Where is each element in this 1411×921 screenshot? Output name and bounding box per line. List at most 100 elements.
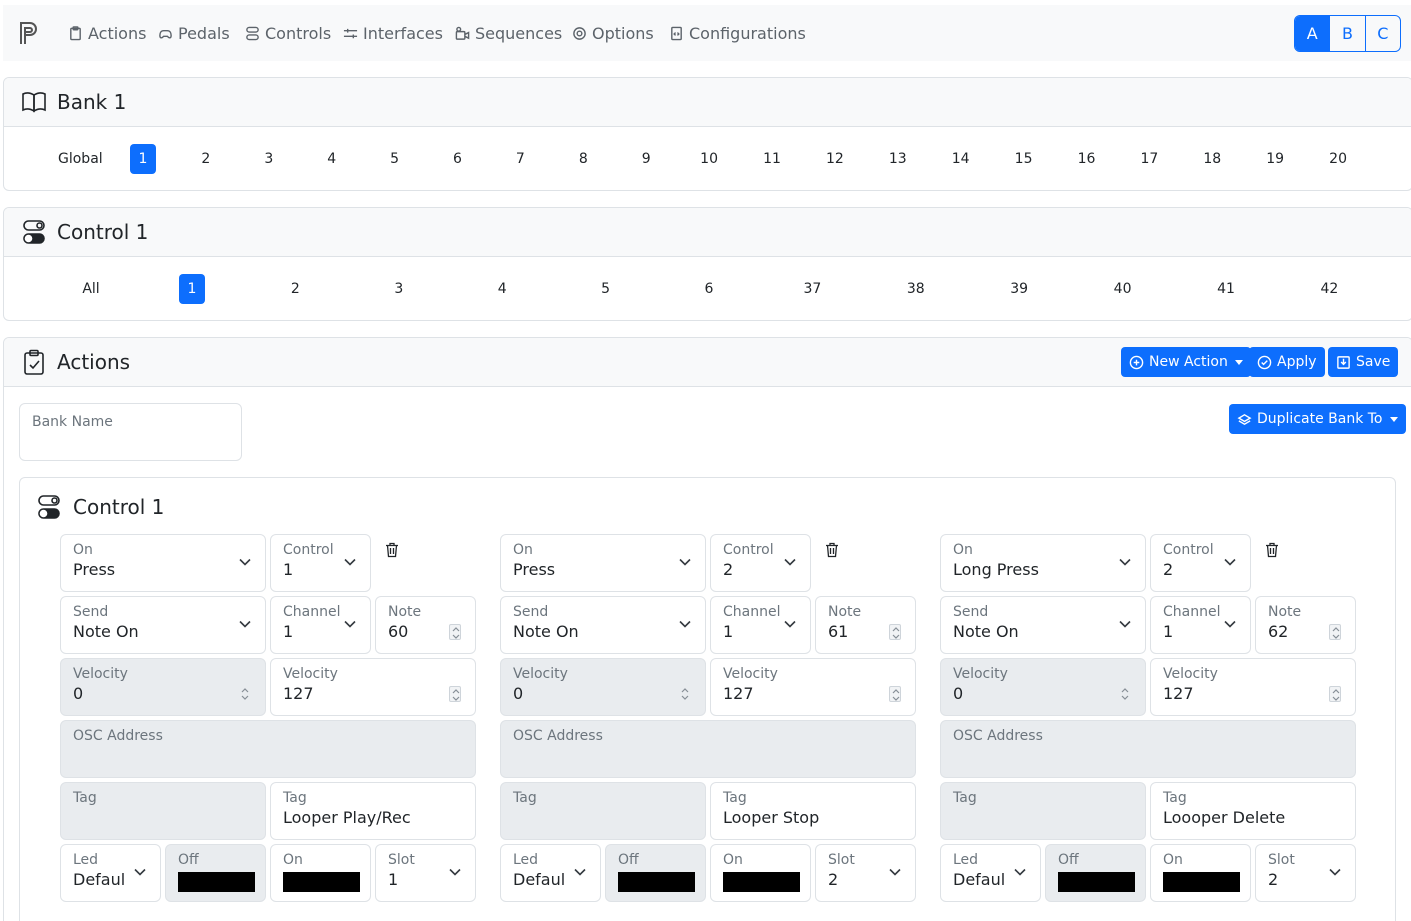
bank-17-pill[interactable]: 17 bbox=[1136, 144, 1162, 174]
send-select[interactable]: Send Note On bbox=[500, 596, 706, 654]
send-select[interactable]: Send Note On bbox=[60, 596, 266, 654]
velocity-on-input[interactable]: Velocity 127 bbox=[270, 658, 476, 716]
app-logo[interactable] bbox=[18, 20, 40, 46]
slot-select[interactable]: Slot 1 bbox=[375, 844, 476, 902]
control-select-label: Control bbox=[723, 542, 774, 558]
actions-title: Actions bbox=[57, 350, 131, 374]
bank-18-pill[interactable]: 18 bbox=[1199, 144, 1225, 174]
control-39-pill[interactable]: 39 bbox=[1006, 274, 1032, 304]
trigger-select[interactable]: On Long Press bbox=[940, 534, 1146, 592]
spinner-icon[interactable] bbox=[889, 686, 901, 702]
bank-8-pill[interactable]: 8 bbox=[570, 144, 596, 174]
bank-global[interactable]: Global bbox=[58, 144, 103, 174]
note-input[interactable]: Note 61 bbox=[815, 596, 916, 654]
bank-7-pill[interactable]: 7 bbox=[507, 144, 533, 174]
bank-19-pill[interactable]: 19 bbox=[1262, 144, 1288, 174]
nav-options[interactable]: Options bbox=[572, 22, 654, 44]
channel-select[interactable]: Channel 1 bbox=[710, 596, 811, 654]
channel-select[interactable]: Channel 1 bbox=[270, 596, 371, 654]
control-42-pill[interactable]: 42 bbox=[1316, 274, 1342, 304]
led-select[interactable]: Led Default bbox=[500, 844, 601, 902]
send-select-value: Note On bbox=[953, 622, 1019, 641]
nav-pedals[interactable]: Pedals bbox=[158, 22, 230, 44]
profile-c-button[interactable]: C bbox=[1366, 16, 1400, 51]
bank-10-pill[interactable]: 10 bbox=[696, 144, 722, 174]
control-select[interactable]: Control 2 bbox=[710, 534, 811, 592]
apply-button[interactable]: Apply bbox=[1249, 347, 1325, 377]
delete-action-button[interactable] bbox=[1265, 542, 1279, 558]
note-input[interactable]: Note 60 bbox=[375, 596, 476, 654]
profile-a-button[interactable]: A bbox=[1295, 16, 1331, 51]
spinner-icon[interactable] bbox=[449, 624, 461, 640]
tag-on-input[interactable]: Tag Looper Play/Rec bbox=[270, 782, 476, 840]
trigger-select[interactable]: On Press bbox=[60, 534, 266, 592]
nav-sequences[interactable]: Sequences bbox=[455, 22, 562, 44]
on-color-picker[interactable]: On bbox=[270, 844, 371, 902]
control-37-pill[interactable]: 37 bbox=[799, 274, 825, 304]
nav-actions[interactable]: Actions bbox=[68, 22, 146, 44]
bank-5-pill[interactable]: 5 bbox=[382, 144, 408, 174]
chevron-down-icon bbox=[1224, 620, 1236, 628]
nav-label: Actions bbox=[88, 23, 147, 43]
bank-3-pill[interactable]: 3 bbox=[256, 144, 282, 174]
tag-off-input-label: Tag bbox=[513, 790, 537, 806]
duplicate-bank-button[interactable]: Duplicate Bank To bbox=[1229, 404, 1406, 434]
control-4-pill[interactable]: 4 bbox=[489, 274, 515, 304]
bank-15-pill[interactable]: 15 bbox=[1011, 144, 1037, 174]
bank-2-pill[interactable]: 2 bbox=[193, 144, 219, 174]
bank-6-pill[interactable]: 6 bbox=[445, 144, 471, 174]
slot-select[interactable]: Slot 2 bbox=[815, 844, 916, 902]
nav-configurations[interactable]: Configurations bbox=[669, 22, 806, 44]
control-41-pill[interactable]: 41 bbox=[1213, 274, 1239, 304]
bank-14-pill[interactable]: 14 bbox=[948, 144, 974, 174]
spinner-icon[interactable] bbox=[1329, 624, 1341, 640]
led-select[interactable]: Led Default bbox=[60, 844, 161, 902]
note-input-label: Note bbox=[388, 604, 422, 620]
nav-interfaces[interactable]: Interfaces bbox=[343, 22, 443, 44]
spinner-icon[interactable] bbox=[1329, 686, 1341, 702]
on-color-picker[interactable]: On bbox=[1150, 844, 1251, 902]
control-6-pill[interactable]: 6 bbox=[696, 274, 722, 304]
velocity-on-input[interactable]: Velocity 127 bbox=[710, 658, 916, 716]
control-select-value: 2 bbox=[723, 560, 734, 579]
led-select[interactable]: Led Default bbox=[940, 844, 1041, 902]
delete-action-button[interactable] bbox=[825, 542, 839, 558]
trigger-select[interactable]: On Press bbox=[500, 534, 706, 592]
tag-on-input[interactable]: Tag Looper Stop bbox=[710, 782, 916, 840]
bank-12-pill[interactable]: 12 bbox=[822, 144, 848, 174]
bank-9-pill[interactable]: 9 bbox=[633, 144, 659, 174]
spinner-icon[interactable] bbox=[449, 686, 461, 702]
delete-action-button[interactable] bbox=[385, 542, 399, 558]
slot-select[interactable]: Slot 2 bbox=[1255, 844, 1356, 902]
note-input[interactable]: Note 62 bbox=[1255, 596, 1356, 654]
bank-11-pill[interactable]: 11 bbox=[759, 144, 785, 174]
control-5-pill[interactable]: 5 bbox=[593, 274, 619, 304]
spinner-icon[interactable] bbox=[889, 624, 901, 640]
nav-controls[interactable]: Controls bbox=[245, 22, 331, 44]
profile-b-button[interactable]: B bbox=[1330, 16, 1366, 51]
tag-on-input[interactable]: Tag Loooper Delete bbox=[1150, 782, 1356, 840]
send-select[interactable]: Send Note On bbox=[940, 596, 1146, 654]
control-3-pill[interactable]: 3 bbox=[386, 274, 412, 304]
bank-13-pill[interactable]: 13 bbox=[885, 144, 911, 174]
bank-4-pill[interactable]: 4 bbox=[319, 144, 345, 174]
channel-select[interactable]: Channel 1 bbox=[1150, 596, 1251, 654]
bank-name-field[interactable]: Bank Name bbox=[19, 403, 242, 461]
on-color-picker-label: On bbox=[283, 852, 303, 868]
control-all[interactable]: All bbox=[78, 274, 104, 304]
bank-16-pill[interactable]: 16 bbox=[1074, 144, 1100, 174]
channel-select-label: Channel bbox=[723, 604, 781, 620]
control-card: Control 1 All 1 2 3 4 5 6 37 38 39 40 41 42 bbox=[3, 207, 1411, 321]
bank-20-pill[interactable]: 20 bbox=[1325, 144, 1351, 174]
control-2-pill[interactable]: 2 bbox=[282, 274, 308, 304]
control-1-pill[interactable]: 1 bbox=[179, 274, 205, 304]
velocity-on-input[interactable]: Velocity 127 bbox=[1150, 658, 1356, 716]
control-select[interactable]: Control 1 bbox=[270, 534, 371, 592]
bank-1-pill[interactable]: 1 bbox=[130, 144, 156, 174]
control-select[interactable]: Control 2 bbox=[1150, 534, 1251, 592]
new-action-button[interactable]: New Action bbox=[1121, 347, 1251, 377]
control-40-pill[interactable]: 40 bbox=[1110, 274, 1136, 304]
on-color-picker[interactable]: On bbox=[710, 844, 811, 902]
save-button[interactable]: Save bbox=[1328, 347, 1399, 377]
control-38-pill[interactable]: 38 bbox=[903, 274, 929, 304]
